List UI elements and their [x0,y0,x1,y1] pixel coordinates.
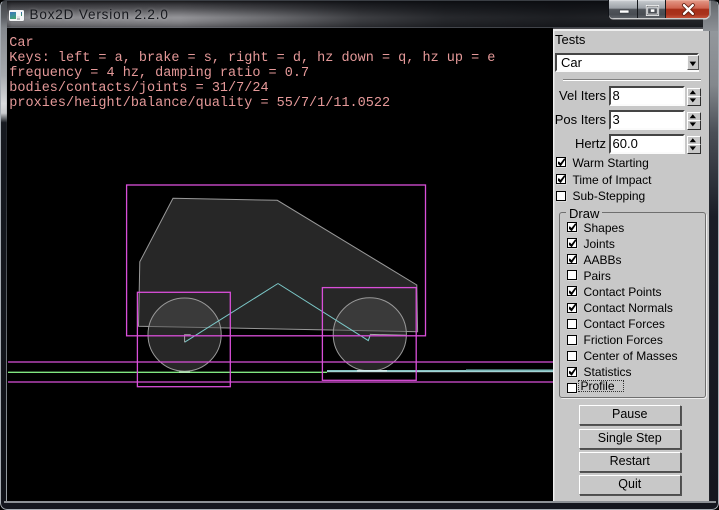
svg-text:Car: Car [9,36,33,51]
svg-text:Keys: left = a, brake = s, rig: Keys: left = a, brake = s, right = d, hz… [9,51,495,66]
svg-text:proxies/height/balance/quality: proxies/height/balance/quality = 55/7/1/… [9,96,390,111]
svg-text:bodies/contacts/joints = 31/7/: bodies/contacts/joints = 31/7/24 [9,81,268,96]
svg-text:frequency = 4 hz, damping rati: frequency = 4 hz, damping ratio = 0.7 [9,66,309,81]
